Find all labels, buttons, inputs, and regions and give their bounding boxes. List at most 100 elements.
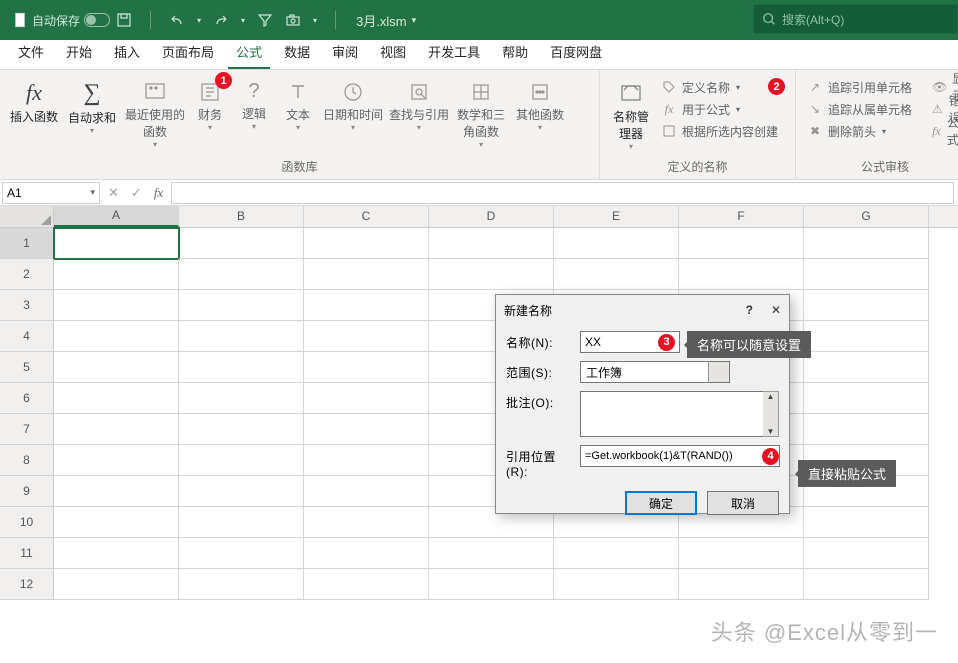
cell[interactable] [679, 228, 804, 259]
cell[interactable] [554, 538, 679, 569]
cell[interactable] [804, 569, 929, 600]
help-button[interactable]: ? [746, 303, 753, 317]
cell[interactable] [304, 259, 429, 290]
cell[interactable] [54, 259, 179, 290]
insert-function-button[interactable]: fx 插入函数 [8, 76, 60, 157]
recent-functions-button[interactable]: 最近使用的函数 [124, 76, 186, 157]
scope-select[interactable]: 工作簿 ▾ [580, 361, 730, 383]
toggle-switch[interactable] [84, 13, 110, 27]
cell[interactable] [304, 507, 429, 538]
cell[interactable] [54, 445, 179, 476]
cell[interactable] [429, 538, 554, 569]
tab-formulas[interactable]: 公式 [228, 36, 270, 69]
tab-baidu[interactable]: 百度网盘 [542, 36, 610, 69]
cancel-formula-icon[interactable]: ✕ [104, 185, 123, 201]
redo-icon[interactable] [213, 12, 229, 28]
col-header[interactable]: G [804, 206, 929, 227]
tab-insert[interactable]: 插入 [106, 36, 148, 69]
define-name-button[interactable]: 定义名称▾ 2 [658, 76, 787, 98]
cell[interactable] [554, 569, 679, 600]
camera-icon[interactable] [285, 12, 301, 28]
textarea-scrollbar[interactable]: ▲▼ [763, 391, 779, 437]
name-box[interactable]: A1 ▾ [2, 182, 100, 204]
row-header[interactable]: 3 [0, 290, 54, 321]
cell[interactable] [179, 259, 304, 290]
row-header[interactable]: 9 [0, 476, 54, 507]
cell[interactable] [554, 228, 679, 259]
cell[interactable] [304, 414, 429, 445]
name-manager-button[interactable]: 名称管理器 [608, 76, 654, 157]
cell[interactable] [679, 259, 804, 290]
math-button[interactable]: 数学和三角函数 [454, 76, 508, 157]
create-from-selection-button[interactable]: 根据所选内容创建 [658, 120, 787, 142]
col-header[interactable]: B [179, 206, 304, 227]
close-icon[interactable]: ✕ [771, 303, 781, 317]
trace-precedents-button[interactable]: ↗ 追踪引用单元格 [804, 76, 924, 98]
row-header[interactable]: 4 [0, 321, 54, 352]
cell[interactable] [804, 290, 929, 321]
logic-button[interactable]: ? 逻辑 [234, 76, 274, 157]
col-header[interactable]: C [304, 206, 429, 227]
tab-dev[interactable]: 开发工具 [420, 36, 488, 69]
ok-button[interactable]: 确定 [625, 491, 697, 515]
evaluate-formula-button[interactable]: fx 公式 [928, 120, 958, 142]
row-header[interactable]: 12 [0, 569, 54, 600]
tab-help[interactable]: 帮助 [494, 36, 536, 69]
fx-button[interactable]: fx [150, 185, 167, 201]
search-box[interactable]: 搜索(Alt+Q) [753, 4, 958, 34]
remove-arrows-button[interactable]: ✖ 删除箭头▾ [804, 120, 924, 142]
cell[interactable] [54, 290, 179, 321]
cell[interactable] [804, 538, 929, 569]
cell[interactable] [304, 228, 429, 259]
cell[interactable] [554, 259, 679, 290]
dialog-titlebar[interactable]: 新建名称 ? ✕ [496, 295, 789, 325]
cell[interactable] [179, 569, 304, 600]
cell[interactable] [179, 321, 304, 352]
cell[interactable] [54, 476, 179, 507]
row-header[interactable]: 2 [0, 259, 54, 290]
col-header[interactable]: F [679, 206, 804, 227]
tab-review[interactable]: 审阅 [324, 36, 366, 69]
cell[interactable] [679, 538, 804, 569]
cell[interactable] [304, 352, 429, 383]
cell[interactable] [179, 476, 304, 507]
tab-file[interactable]: 文件 [10, 36, 52, 69]
cell[interactable] [804, 414, 929, 445]
trace-dependents-button[interactable]: ↘ 追踪从属单元格 [804, 98, 924, 120]
cancel-button[interactable]: 取消 [707, 491, 779, 515]
cell[interactable] [804, 352, 929, 383]
cell[interactable] [54, 538, 179, 569]
cell[interactable] [179, 507, 304, 538]
cell[interactable] [54, 228, 179, 259]
cell[interactable] [804, 321, 929, 352]
tab-view[interactable]: 视图 [372, 36, 414, 69]
filter-icon[interactable] [257, 12, 273, 28]
cell[interactable] [304, 476, 429, 507]
comment-textarea[interactable] [580, 391, 763, 437]
row-header[interactable]: 7 [0, 414, 54, 445]
more-functions-button[interactable]: 其他函数 [512, 76, 568, 157]
datetime-button[interactable]: 日期和时间 [322, 76, 384, 157]
cell[interactable] [179, 383, 304, 414]
autosum-button[interactable]: ∑ 自动求和 [64, 76, 120, 157]
save-icon[interactable] [116, 12, 132, 28]
finance-button[interactable]: 财务 1 [190, 76, 230, 157]
cell[interactable] [804, 507, 929, 538]
row-header[interactable]: 10 [0, 507, 54, 538]
cell[interactable] [304, 569, 429, 600]
row-header[interactable]: 1 [0, 228, 54, 259]
cell[interactable] [179, 538, 304, 569]
row-header[interactable]: 6 [0, 383, 54, 414]
cell[interactable] [304, 321, 429, 352]
cell[interactable] [679, 569, 804, 600]
cell[interactable] [54, 321, 179, 352]
col-header[interactable]: A [54, 206, 179, 227]
cell[interactable] [304, 383, 429, 414]
autosave-toggle[interactable]: 自动保存 [32, 12, 110, 29]
cell[interactable] [804, 259, 929, 290]
cell[interactable] [179, 414, 304, 445]
cell[interactable] [429, 228, 554, 259]
cell[interactable] [804, 228, 929, 259]
undo-icon[interactable] [169, 12, 185, 28]
cell[interactable] [429, 569, 554, 600]
